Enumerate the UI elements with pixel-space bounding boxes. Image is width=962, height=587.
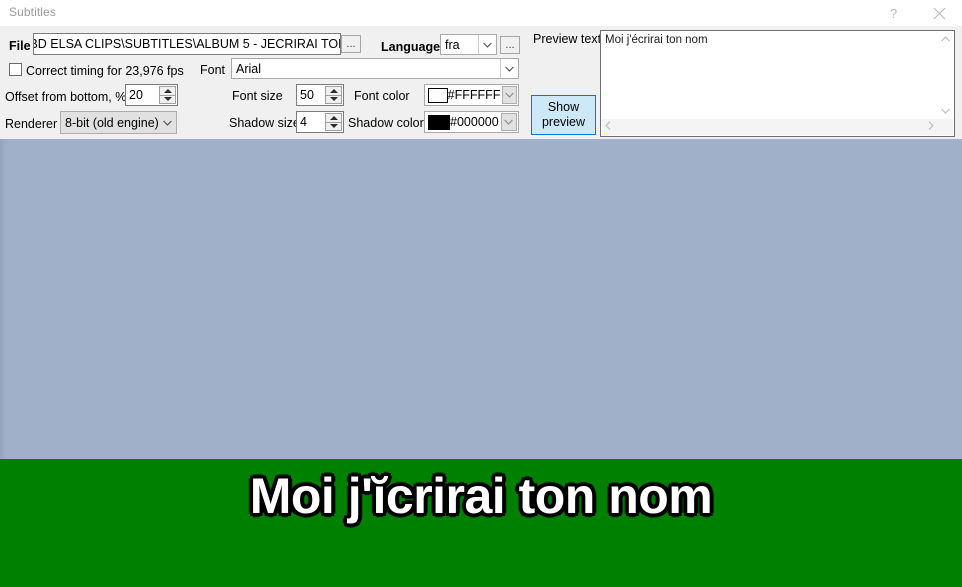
language-select[interactable]: fra (440, 34, 497, 55)
chevron-left-icon[interactable] (602, 119, 614, 135)
shadow-color-label: Shadow color (348, 116, 424, 130)
offset-label: Offset from bottom, % (5, 90, 127, 104)
chevron-down-icon[interactable] (938, 104, 953, 119)
shadow-color-swatch[interactable] (428, 114, 451, 130)
font-color-picker[interactable]: #FFFFFF (424, 84, 519, 106)
language-label: Language (381, 40, 441, 54)
shadow-size-label: Shadow size (229, 116, 300, 130)
chevron-down-icon[interactable] (500, 113, 517, 131)
font-select[interactable]: Arial (231, 58, 519, 79)
font-size-spinner[interactable]: 50 (296, 84, 344, 106)
question-mark-icon: ? (889, 5, 898, 21)
shadow-color-picker[interactable]: #000000 (424, 111, 519, 133)
window-title: Subtitles (9, 5, 56, 19)
chevron-up-icon[interactable] (938, 32, 953, 47)
subtitles-dialog: Subtitles ? File \BD ELSA CLIPS\SUBTITLE… (0, 0, 962, 587)
file-label: File (9, 39, 31, 53)
font-size-value: 50 (300, 88, 314, 102)
spin-down-icon[interactable] (159, 94, 176, 104)
language-value: fra (445, 37, 460, 52)
renderer-value: 8-bit (old engine) (65, 115, 159, 130)
scrollbar-corner (937, 119, 953, 135)
renderer-select[interactable]: 8-bit (old engine) (60, 111, 177, 134)
file-path-input[interactable]: \BD ELSA CLIPS\SUBTITLES\ALBUM 5 - JECRI… (33, 33, 341, 55)
preview-text-area[interactable]: Moi j'écrirai ton nom (600, 30, 955, 137)
shadow-size-value: 4 (300, 115, 307, 129)
renderer-label: Renderer (5, 117, 58, 131)
vertical-scrollbar[interactable] (937, 32, 953, 119)
correct-timing-label: Correct timing for 23,976 fps (26, 64, 184, 78)
settings-panel: File \BD ELSA CLIPS\SUBTITLES\ALBUM 5 - … (0, 26, 962, 139)
font-size-spin-buttons[interactable] (325, 86, 342, 104)
rendered-subtitle-text: Moi j'ĭcrirai ton nom (249, 468, 713, 524)
font-color-swatch[interactable] (428, 87, 448, 103)
chevron-down-icon[interactable] (502, 86, 517, 104)
shadow-size-spinner[interactable]: 4 (296, 111, 344, 133)
file-browse-button[interactable]: ... (341, 35, 361, 53)
font-size-label: Font size (232, 89, 283, 103)
preview-text-value: Moi j'écrirai ton nom (605, 34, 708, 46)
font-color-label: Font color (354, 89, 410, 103)
shadow-size-spin-buttons[interactable] (325, 113, 342, 131)
show-preview-line1: Show (547, 100, 580, 114)
preview-text-label: Preview text (533, 32, 602, 46)
font-value: Arial (236, 61, 262, 76)
offset-spin-buttons[interactable] (159, 86, 176, 104)
spin-up-icon[interactable] (159, 86, 176, 95)
spin-down-icon[interactable] (325, 94, 342, 104)
help-button[interactable]: ? (871, 0, 916, 26)
correct-timing-checkbox[interactable] (9, 63, 22, 76)
close-x-icon (933, 7, 946, 20)
offset-spinner[interactable]: 20 (125, 84, 178, 106)
chevron-down-icon (478, 35, 496, 54)
font-label: Font (200, 63, 226, 77)
chevron-down-icon (500, 59, 518, 78)
spin-up-icon[interactable] (325, 86, 342, 95)
show-preview-line2: preview (541, 115, 586, 129)
video-preview-area[interactable]: Moi j'ĭcrirai ton nom (0, 139, 962, 587)
spin-down-icon[interactable] (325, 121, 342, 131)
shadow-color-value: #000000 (450, 115, 499, 129)
chevron-right-icon[interactable] (925, 119, 937, 135)
file-path-value: \BD ELSA CLIPS\SUBTITLES\ALBUM 5 - JECRI… (34, 37, 340, 51)
offset-value: 20 (129, 88, 143, 102)
spin-up-icon[interactable] (325, 113, 342, 122)
language-browse-button[interactable]: ... (500, 36, 520, 54)
font-color-value: #FFFFFF (447, 88, 501, 102)
show-preview-label: Show preview (542, 100, 585, 130)
horizontal-scrollbar[interactable] (602, 119, 937, 135)
title-bar: Subtitles ? (0, 0, 962, 27)
chevron-down-icon (159, 112, 176, 133)
close-button[interactable] (917, 0, 962, 26)
show-preview-button[interactable]: Show preview (531, 95, 596, 135)
